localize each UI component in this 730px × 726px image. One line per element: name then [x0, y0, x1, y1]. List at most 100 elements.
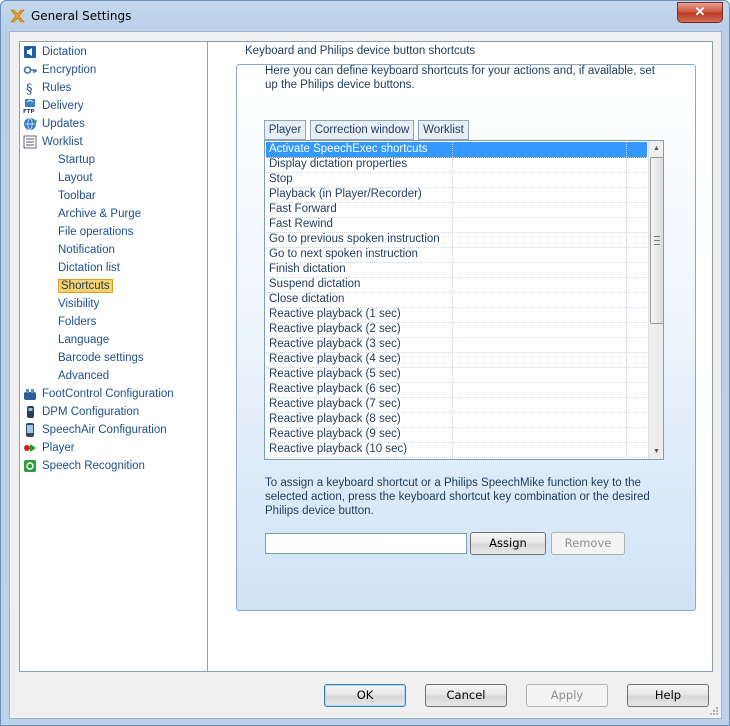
nav-item-label: Layout: [58, 172, 93, 184]
nav-item-speech-recognition[interactable]: Speech Recognition: [23, 458, 145, 474]
action-name: Go to previous spoken instruction: [269, 233, 440, 245]
recorder-icon: [27, 406, 34, 418]
column-divider: [626, 442, 627, 457]
column-divider: [452, 397, 453, 412]
nav-item-file-operations[interactable]: File operations: [58, 224, 133, 240]
action-name: Reactive playback (6 sec): [269, 383, 401, 395]
nav-item-footcontrol-configuration[interactable]: FootControl Configuration: [23, 386, 174, 402]
column-divider: [452, 172, 453, 187]
list-item[interactable]: Reactive playback (6 sec): [266, 382, 647, 398]
nav-item-advanced[interactable]: Advanced: [58, 368, 109, 384]
list-item[interactable]: Reactive playback (8 sec): [266, 412, 647, 428]
nav-item-folders[interactable]: Folders: [58, 314, 96, 330]
nav-item-label: Rules: [42, 82, 72, 94]
list-item[interactable]: Playback (in Player/Recorder): [266, 187, 647, 203]
list-item[interactable]: Display dictation properties: [266, 157, 647, 173]
scroll-down-arrow-icon[interactable]: ▼: [649, 444, 663, 459]
key-icon: [23, 66, 37, 74]
action-name: Reactive playback (4 sec): [269, 353, 401, 365]
nav-item-label: Shortcuts: [58, 279, 113, 293]
nav-item-layout[interactable]: Layout: [58, 170, 93, 186]
list-item[interactable]: Fast Rewind: [266, 217, 647, 233]
list-item[interactable]: Reactive playback (9 sec): [266, 427, 647, 443]
column-divider: [452, 142, 453, 157]
shortcut-key-input[interactable]: [265, 533, 467, 554]
column-divider: [452, 157, 453, 172]
nav-item-dictation-list[interactable]: Dictation list: [58, 260, 120, 276]
list-item[interactable]: Go to previous spoken instruction: [266, 232, 647, 248]
action-name: Finish dictation: [269, 263, 346, 275]
tab-player[interactable]: Player: [264, 120, 306, 140]
action-name: Display dictation properties: [269, 158, 408, 170]
resize-grip-icon[interactable]: [709, 706, 719, 716]
nav-item-player[interactable]: Player: [23, 440, 75, 456]
nav-item-label: Delivery: [42, 100, 84, 112]
action-name: Fast Rewind: [269, 218, 333, 230]
list-item[interactable]: Reactive playback (3 sec): [266, 337, 647, 353]
list-item[interactable]: Go to next spoken instruction: [266, 247, 647, 263]
scroll-up-arrow-icon[interactable]: ▲: [649, 141, 663, 156]
nav-item-encryption[interactable]: Encryption: [23, 62, 96, 78]
action-name: Reactive playback (8 sec): [269, 413, 401, 425]
column-divider: [452, 217, 453, 232]
help-button[interactable]: Help: [627, 684, 709, 707]
cancel-button[interactable]: Cancel: [425, 684, 507, 707]
tab-worklist[interactable]: Worklist: [418, 120, 469, 140]
shortcut-actions-list[interactable]: Activate SpeechExec shortcuts Display dic…: [264, 140, 664, 460]
nav-item-barcode-settings[interactable]: Barcode settings: [58, 350, 144, 366]
list-item[interactable]: Close dictation: [266, 292, 647, 308]
globe-icon: [24, 117, 37, 131]
svg-text:§: §: [26, 82, 33, 95]
column-divider: [626, 187, 627, 202]
list-item[interactable]: Suspend dictation: [266, 277, 647, 293]
action-name: Suspend dictation: [269, 278, 361, 290]
list-scrollbar[interactable]: ▲ ▼: [648, 141, 663, 459]
nav-item-notification[interactable]: Notification: [58, 242, 115, 258]
list-item[interactable]: Activate SpeechExec shortcuts: [266, 142, 647, 158]
phone-icon: [26, 423, 34, 437]
nav-item-shortcuts[interactable]: Shortcuts: [58, 278, 113, 294]
nav-item-label: Speech Recognition: [42, 460, 145, 472]
list-item[interactable]: Reactive playback (5 sec): [266, 367, 647, 383]
tab-correction-window[interactable]: Correction window: [310, 120, 414, 140]
speaker-icon: [24, 46, 36, 58]
action-name: Activate SpeechExec shortcuts: [269, 143, 428, 155]
list-item[interactable]: Fast Forward: [266, 202, 647, 218]
column-divider: [626, 142, 627, 157]
assign-button[interactable]: Assign: [470, 532, 546, 555]
nav-item-label: Dictation list: [58, 262, 120, 274]
list-item[interactable]: Stop: [266, 172, 647, 188]
nav-item-dpm-configuration[interactable]: DPM Configuration: [23, 404, 139, 420]
nav-item-updates[interactable]: Updates: [23, 116, 85, 132]
nav-item-archive-purge[interactable]: Archive & Purge: [58, 206, 141, 222]
title-bar[interactable]: General Settings ✕: [1, 1, 729, 31]
list-item[interactable]: Finish dictation: [266, 262, 647, 278]
nav-item-rules[interactable]: § Rules: [23, 80, 71, 96]
action-name: Fast Forward: [269, 203, 337, 215]
ok-button[interactable]: OK: [324, 684, 406, 707]
nav-item-dictation[interactable]: Dictation: [23, 44, 87, 60]
nav-item-toolbar[interactable]: Toolbar: [58, 188, 96, 204]
remove-button[interactable]: Remove: [551, 532, 625, 555]
nav-item-label: Language: [58, 334, 110, 346]
nav-item-visibility[interactable]: Visibility: [58, 296, 99, 312]
nav-item-delivery[interactable]: FTP Delivery: [23, 98, 84, 114]
scroll-thumb[interactable]: [650, 157, 663, 324]
shortcuts-group-title: Keyboard and Philips device button short…: [243, 45, 478, 57]
list-item[interactable]: Reactive playback (7 sec): [266, 397, 647, 413]
nav-item-speechair-configuration[interactable]: SpeechAir Configuration: [23, 422, 167, 438]
nav-item-label: Worklist: [42, 136, 83, 148]
list-item[interactable]: Reactive playback (1 sec): [266, 307, 647, 323]
nav-item-language[interactable]: Language: [58, 332, 109, 348]
column-divider: [452, 307, 453, 322]
column-divider: [452, 412, 453, 427]
list-item[interactable]: Reactive playback (10 sec): [266, 442, 647, 458]
list-item[interactable]: Reactive playback (4 sec): [266, 352, 647, 368]
nav-item-startup[interactable]: Startup: [58, 152, 95, 168]
list-item[interactable]: Reactive playback (2 sec): [266, 322, 647, 338]
nav-item-worklist[interactable]: Worklist: [23, 134, 83, 150]
column-divider: [626, 247, 627, 262]
close-button[interactable]: ✕: [677, 2, 723, 23]
nav-item-label: Dictation: [42, 46, 87, 58]
apply-button[interactable]: Apply: [526, 684, 608, 707]
